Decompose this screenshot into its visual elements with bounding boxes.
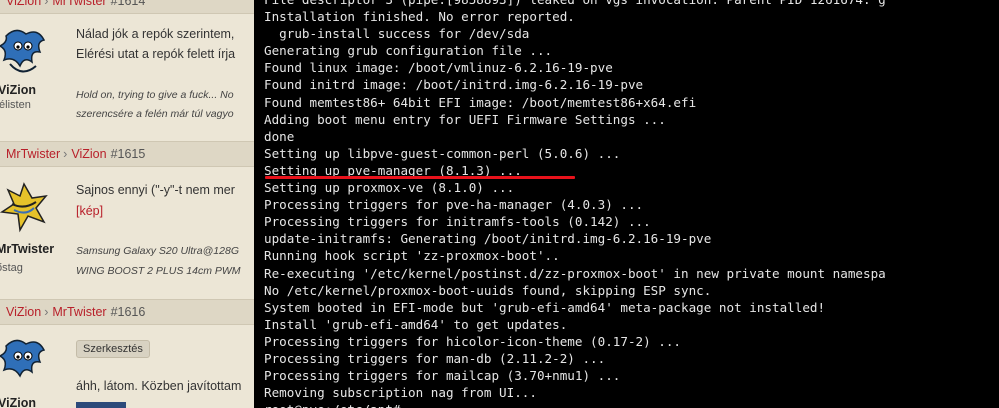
terminal-line: Processing triggers for man-db (2.11.2-2… [264, 350, 606, 366]
post-number[interactable]: #1614 [111, 0, 146, 8]
terminal-line: Found linux image: /boot/vmlinuz-6.2.16-… [264, 60, 613, 76]
terminal-line: Processing triggers for pve-ha-manager (… [264, 197, 644, 213]
terminal-line: Found memtest86+ 64bit EFI image: /boot/… [264, 94, 697, 110]
terminal-line: Removing subscription nag from UI... [264, 385, 537, 401]
post-number[interactable]: #1615 [111, 147, 146, 161]
terminal-line: Generating grub configuration file ... [264, 43, 553, 59]
terminal-line: Install 'grub-efi-amd64' to get updates. [264, 316, 568, 332]
post-author-link[interactable]: ViZion [6, 305, 41, 319]
image-link[interactable]: [kép] [76, 204, 103, 218]
post-text-line: áhh, látom. Közben javítottam [76, 379, 242, 393]
post-author-name[interactable]: ViZion [0, 396, 36, 408]
signature-line: Samsung Galaxy S20 Ultra@128G [76, 245, 239, 257]
post-number[interactable]: #1616 [111, 305, 146, 319]
avatar-vizion[interactable] [0, 26, 48, 84]
signature-line: WING BOOST 2 PLUS 14cm PWM [76, 265, 241, 277]
terminal-line: Adding boot menu entry for UEFI Firmware… [264, 111, 666, 127]
highlight-underline [265, 176, 575, 179]
terminal-line: Found initrd image: /boot/initrd.img-6.2… [264, 77, 644, 93]
author-rank: őstag [0, 262, 23, 274]
post-text-line: Sajnos ennyi ("-y"-t nem mer [76, 183, 235, 197]
terminal-line: root@pve:/etc/apt# [264, 401, 886, 408]
signature-line: szerencsére a felén már túl vagyo [76, 108, 234, 120]
post-text-line: Nálad jók a repók szerintem, [76, 27, 235, 41]
terminal-line: grub-install success for /dev/sda [264, 26, 530, 42]
terminal-line: done [264, 128, 295, 144]
post-header: ViZion › MrTwister #1616 [0, 299, 265, 325]
terminal-line: Setting up proxmox-ve (8.1.0) ... [264, 180, 515, 196]
terminal-output: File descriptor 3 (pipe:[9858893]) leake… [264, 0, 886, 408]
forum-thread: ViZion›MrTwister#1614 ViZion félisten Ná… [0, 0, 265, 408]
terminal-line: Installation finished. No error reported… [264, 9, 575, 25]
terminal-line: Processing triggers for mailcap (3.70+nm… [264, 368, 621, 384]
terminal-line: update-initramfs: Generating /boot/initr… [264, 231, 712, 247]
reply-to-link[interactable]: ViZion [71, 147, 106, 161]
avatar-mrtwister[interactable] [0, 180, 50, 238]
terminal-window[interactable]: File descriptor 3 (pipe:[9858893]) leake… [254, 0, 999, 408]
post-text-line: Elérési utat a repók felett írja [76, 47, 236, 61]
terminal-line: Running hook script 'zz-proxmox-boot'.. [264, 248, 560, 264]
terminal-line: No /etc/kernel/proxmox-boot-uuids found,… [264, 282, 712, 298]
post-author-link[interactable]: MrTwister [6, 147, 60, 161]
terminal-line: Processing triggers for hicolor-icon-the… [264, 333, 682, 349]
post-author-link[interactable]: ViZion [6, 0, 41, 8]
reply-to-link[interactable]: MrTwister [52, 0, 106, 8]
terminal-line: Setting up libpve-guest-common-perl (5.0… [264, 145, 621, 161]
post-header: ViZion › MrTwister #1614 [0, 0, 265, 14]
reply-to-link[interactable]: MrTwister [52, 305, 106, 319]
reply-arrow-icon: › [63, 147, 68, 161]
post-author-name[interactable]: MrTwister [0, 242, 54, 256]
edit-button[interactable]: Szerkesztés [76, 340, 150, 358]
signature-line: Hold on, trying to give a fuck... No [76, 89, 234, 101]
terminal-line: Processing triggers for initramfs-tools … [264, 214, 651, 230]
post-header: MrTwister › ViZion #1615 [0, 141, 265, 167]
avatar-vizion[interactable] [0, 336, 48, 394]
signature-banner-image [76, 402, 126, 408]
reply-arrow-icon: › [44, 0, 49, 8]
terminal-line: System booted in EFI-mode but 'grub-efi-… [264, 299, 826, 315]
terminal-line: Re-executing '/etc/kernel/postinst.d/zz-… [264, 265, 886, 281]
author-rank: félisten [0, 99, 31, 111]
reply-arrow-icon: › [44, 305, 49, 319]
post-author-name[interactable]: ViZion [0, 83, 36, 97]
terminal-line: File descriptor 3 (pipe:[9858893]) leake… [264, 0, 886, 8]
